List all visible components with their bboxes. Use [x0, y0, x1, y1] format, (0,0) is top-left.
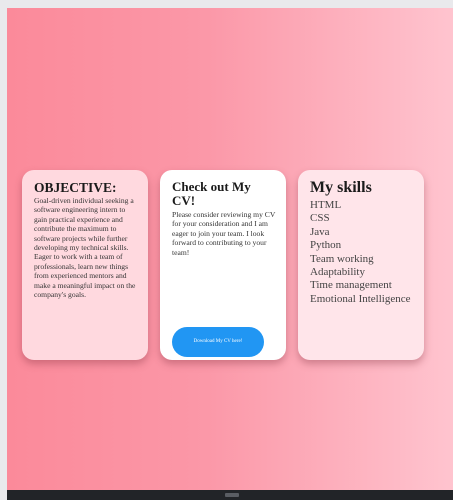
skill-item-emotional-intelligence: Emotional Intelligence — [310, 292, 411, 305]
skill-item-java: Java — [310, 225, 330, 238]
taskbar — [7, 490, 453, 500]
skill-item-css: CSS — [310, 212, 330, 225]
page-background: OBJECTIVE: Goal-driven individual seekin… — [7, 8, 453, 490]
objective-text: Goal-driven individual seeking a softwar… — [34, 196, 136, 300]
cv-text: Please consider reviewing my CV for your… — [172, 210, 276, 257]
skill-item-python: Python — [310, 239, 342, 252]
skill-item-time-management: Time management — [310, 279, 392, 292]
skills-card: My skills HTML CSS Java Python Team work… — [298, 170, 424, 360]
cv-card: Check out My CV! Please consider reviewi… — [160, 170, 286, 360]
skill-item-adaptability: Adaptability — [310, 266, 365, 279]
objective-title: OBJECTIVE: — [34, 180, 117, 195]
skill-item-html: HTML — [310, 199, 342, 211]
taskbar-app-icon[interactable] — [225, 493, 239, 497]
objective-card: OBJECTIVE: Goal-driven individual seekin… — [22, 170, 148, 360]
skills-title: My skills — [310, 179, 372, 196]
cv-title: Check out My CV! — [172, 179, 251, 208]
skills-list: HTML CSS Java Python Team working Adapta… — [310, 199, 414, 306]
skill-item-team-working: Team working — [310, 252, 374, 265]
download-cv-button[interactable]: Download My CV here! — [172, 327, 264, 357]
